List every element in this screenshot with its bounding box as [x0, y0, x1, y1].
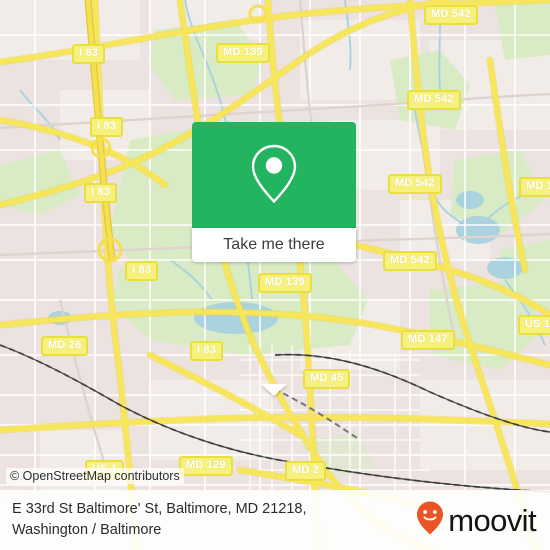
road-shield: I 83	[84, 183, 118, 203]
road-shield: MD 129	[179, 456, 233, 476]
take-me-there-button[interactable]: Take me there	[192, 228, 356, 262]
road-shield: US 1	[518, 315, 550, 335]
popup-header	[192, 122, 356, 228]
place-name-line2: Washington / Baltimore	[12, 522, 162, 538]
map-screen: MD 542 MD 139 I 83 MD 542 I 83 MD 542 MD 14 I 8…	[0, 0, 550, 550]
road-shield: MD 139	[258, 273, 312, 293]
road-shield: MD 147	[401, 330, 455, 350]
road-shield: MD 2	[285, 461, 327, 481]
popup-pointer	[261, 384, 287, 396]
place-name: E 33rd St Baltimore' St, Baltimore, MD 2…	[12, 499, 307, 541]
take-me-there-label: Take me there	[223, 236, 325, 253]
location-pin-icon	[246, 140, 302, 211]
road-shield: I 83	[90, 117, 124, 137]
road-shield: MD 542	[407, 90, 461, 110]
road-shield: I 83	[72, 44, 106, 64]
road-shield: MD 542	[424, 5, 478, 25]
place-name-line1: E 33rd St Baltimore' St, Baltimore, MD 2…	[12, 501, 307, 517]
road-shield: MD 542	[383, 251, 437, 271]
map-canvas[interactable]: MD 542 MD 139 I 83 MD 542 I 83 MD 542 MD 14 I 8…	[0, 0, 550, 550]
road-shield: MD 14	[519, 177, 550, 197]
moovit-logo[interactable]: moovit	[415, 500, 537, 541]
road-shield: MD 26	[41, 336, 89, 356]
location-popup[interactable]: Take me there	[192, 122, 356, 396]
road-shield: I 83	[125, 261, 159, 281]
road-shield: MD 45	[303, 369, 351, 389]
bottom-info-bar: E 33rd St Baltimore' St, Baltimore, MD 2…	[0, 490, 550, 550]
moovit-pin-icon	[415, 500, 445, 541]
map-attribution: © OpenStreetMap contributors	[6, 468, 184, 484]
moovit-wordmark: moovit	[448, 502, 536, 538]
road-shield: MD 139	[216, 43, 270, 63]
road-shield: I 83	[190, 341, 224, 361]
road-shield: MD 542	[388, 174, 442, 194]
